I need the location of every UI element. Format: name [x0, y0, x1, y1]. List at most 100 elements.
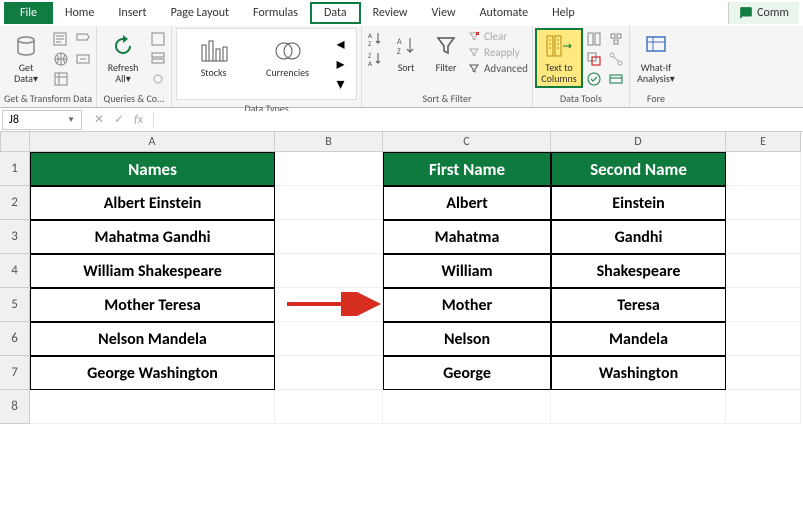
sort-asc-button[interactable]: AZ: [366, 30, 384, 48]
cell-e8[interactable]: [726, 390, 801, 424]
cell-b7[interactable]: [275, 356, 383, 390]
cell-c2[interactable]: Albert: [383, 186, 551, 220]
edit-links-icon[interactable]: [149, 70, 167, 88]
cell-b5[interactable]: [275, 288, 383, 322]
get-data-button[interactable]: Get Data▾: [4, 30, 48, 86]
name-box[interactable]: J8 ▼: [2, 110, 82, 130]
cell-a2[interactable]: Albert Einstein: [30, 186, 275, 220]
cell-d1[interactable]: Second Name: [551, 152, 726, 186]
col-header-a[interactable]: A: [30, 132, 275, 152]
cell-b4[interactable]: [275, 254, 383, 288]
cell-a5[interactable]: Mother Teresa: [30, 288, 275, 322]
select-all-corner[interactable]: [0, 132, 30, 152]
cell-e1[interactable]: [726, 152, 801, 186]
fx-icon[interactable]: fx: [134, 113, 143, 127]
tab-insert[interactable]: Insert: [106, 2, 158, 24]
comments-button[interactable]: Comm: [728, 2, 799, 24]
tab-formulas[interactable]: Formulas: [241, 2, 310, 24]
col-header-e[interactable]: E: [726, 132, 801, 152]
cell-d4[interactable]: Shakespeare: [551, 254, 726, 288]
row-header-1[interactable]: 1: [0, 152, 30, 186]
sort-button[interactable]: AZ Sort: [388, 30, 424, 75]
tab-review[interactable]: Review: [361, 2, 420, 24]
row-header-2[interactable]: 2: [0, 186, 30, 220]
tab-page-layout[interactable]: Page Layout: [159, 2, 241, 24]
consolidate-icon[interactable]: [607, 30, 625, 48]
tab-home[interactable]: Home: [53, 2, 106, 24]
cell-e3[interactable]: [726, 220, 801, 254]
cancel-formula-icon[interactable]: ✕: [94, 112, 104, 127]
data-validation-icon[interactable]: [585, 70, 603, 88]
properties-icon[interactable]: [149, 50, 167, 68]
row-header-7[interactable]: 7: [0, 356, 30, 390]
formula-input[interactable]: [154, 111, 803, 129]
flash-fill-icon[interactable]: [585, 30, 603, 48]
cell-e5[interactable]: [726, 288, 801, 322]
tab-file[interactable]: File: [4, 2, 53, 24]
cell-a6[interactable]: Nelson Mandela: [30, 322, 275, 356]
tab-automate[interactable]: Automate: [468, 2, 541, 24]
cell-e6[interactable]: [726, 322, 801, 356]
cell-b6[interactable]: [275, 322, 383, 356]
cell-c8[interactable]: [383, 390, 551, 424]
reapply-button[interactable]: Reapply: [468, 46, 528, 59]
cell-a8[interactable]: [30, 390, 275, 424]
row-header-8[interactable]: 8: [0, 390, 30, 424]
cell-b1[interactable]: [275, 152, 383, 186]
filter-button[interactable]: Filter: [428, 30, 464, 75]
tab-view[interactable]: View: [420, 2, 468, 24]
types-nav-left[interactable]: ◂: [332, 35, 350, 53]
whatif-button[interactable]: What-If Analysis▾: [634, 30, 678, 86]
cell-a3[interactable]: Mahatma Gandhi: [30, 220, 275, 254]
cell-d3[interactable]: Gandhi: [551, 220, 726, 254]
col-header-c[interactable]: C: [383, 132, 551, 152]
cell-b2[interactable]: [275, 186, 383, 220]
relationships-icon[interactable]: [607, 50, 625, 68]
existing-conn-icon[interactable]: [74, 50, 92, 68]
tab-help[interactable]: Help: [540, 2, 587, 24]
cell-c6[interactable]: Nelson: [383, 322, 551, 356]
recent-sources-icon[interactable]: [74, 30, 92, 48]
row-header-4[interactable]: 4: [0, 254, 30, 288]
text-to-columns-button[interactable]: Text to Columns: [537, 30, 581, 86]
cell-d2[interactable]: Einstein: [551, 186, 726, 220]
from-web-icon[interactable]: [52, 50, 70, 68]
col-header-b[interactable]: B: [275, 132, 383, 152]
col-header-d[interactable]: D: [551, 132, 726, 152]
cell-e4[interactable]: [726, 254, 801, 288]
cell-d7[interactable]: Washington: [551, 356, 726, 390]
cell-d6[interactable]: Mandela: [551, 322, 726, 356]
advanced-filter-button[interactable]: Advanced: [468, 62, 528, 75]
types-nav-right[interactable]: ▸: [332, 55, 350, 73]
from-text-icon[interactable]: [52, 30, 70, 48]
refresh-all-button[interactable]: Refresh All▾: [101, 30, 145, 86]
cell-a4[interactable]: William Shakespeare: [30, 254, 275, 288]
cell-c3[interactable]: Mahatma: [383, 220, 551, 254]
row-header-3[interactable]: 3: [0, 220, 30, 254]
cell-d8[interactable]: [551, 390, 726, 424]
stocks-button[interactable]: Stocks: [184, 35, 244, 80]
types-nav-more[interactable]: ▾: [332, 75, 350, 93]
cell-c1[interactable]: First Name: [383, 152, 551, 186]
from-table-icon[interactable]: [52, 70, 70, 88]
spreadsheet-grid[interactable]: A B C D E 1 Names First Name Second Name…: [0, 132, 803, 424]
cell-a7[interactable]: George Washington: [30, 356, 275, 390]
cell-b8[interactable]: [275, 390, 383, 424]
enter-formula-icon[interactable]: ✓: [114, 112, 124, 127]
queries-icon[interactable]: [149, 30, 167, 48]
cell-c4[interactable]: William: [383, 254, 551, 288]
cell-a1[interactable]: Names: [30, 152, 275, 186]
cell-e7[interactable]: [726, 356, 801, 390]
cell-d5[interactable]: Teresa: [551, 288, 726, 322]
data-model-icon[interactable]: [607, 70, 625, 88]
row-header-5[interactable]: 5: [0, 288, 30, 322]
sort-desc-button[interactable]: ZA: [366, 50, 384, 68]
clear-filter-button[interactable]: Clear: [468, 30, 528, 43]
cell-c5[interactable]: Mother: [383, 288, 551, 322]
cell-e2[interactable]: [726, 186, 801, 220]
cell-c7[interactable]: George: [383, 356, 551, 390]
currencies-button[interactable]: Currencies: [258, 35, 318, 80]
tab-data[interactable]: Data: [310, 2, 361, 24]
remove-duplicates-icon[interactable]: [585, 50, 603, 68]
row-header-6[interactable]: 6: [0, 322, 30, 356]
